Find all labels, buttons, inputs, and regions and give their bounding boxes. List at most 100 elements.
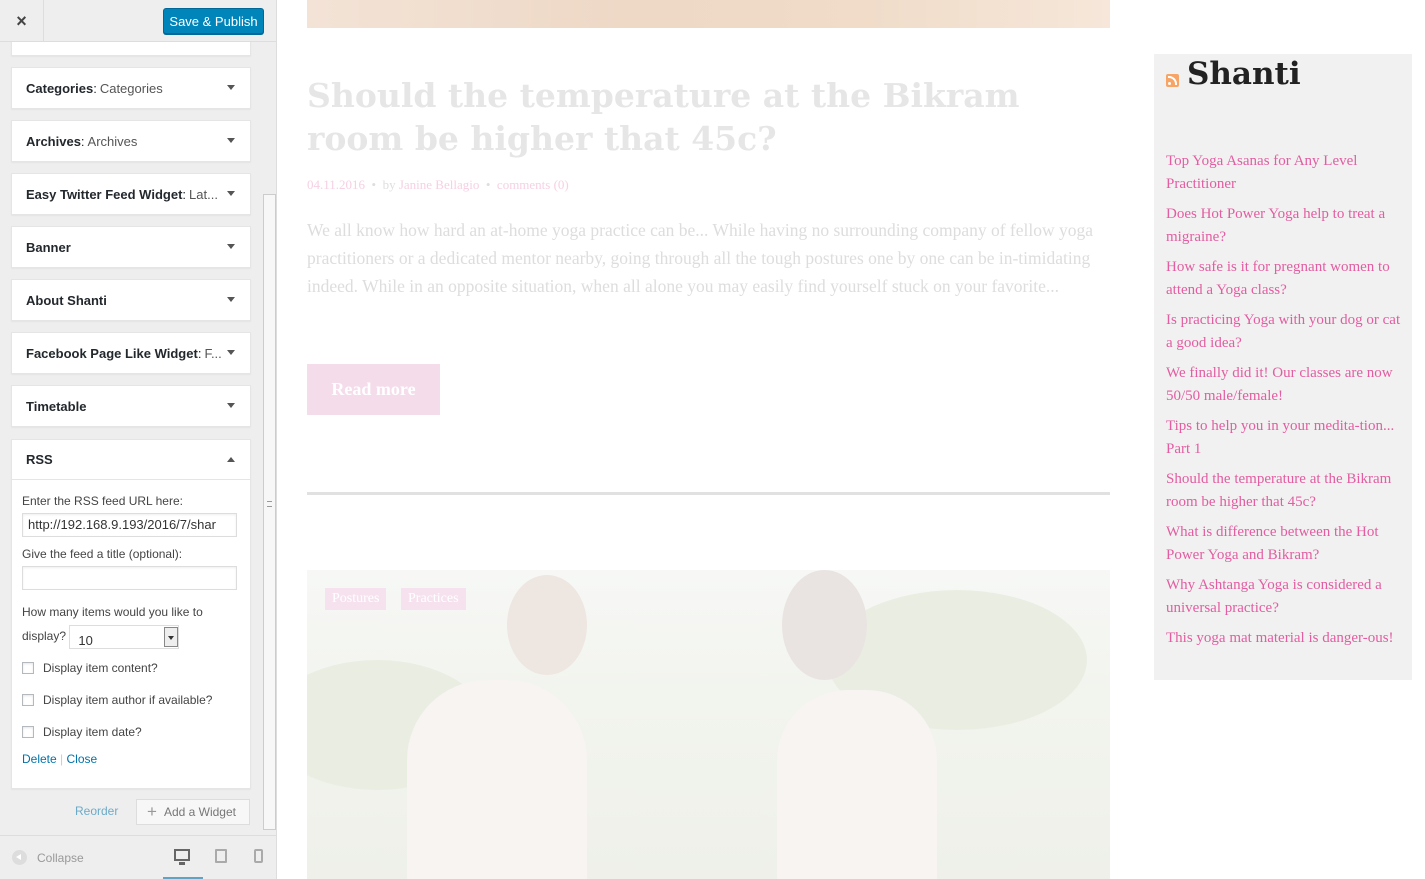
expand-arrow-icon[interactable]	[227, 403, 235, 408]
post-featured-image	[307, 0, 1110, 28]
expand-arrow-icon[interactable]	[227, 244, 235, 249]
expand-arrow-icon[interactable]	[227, 85, 235, 90]
plus-icon: +	[147, 802, 157, 821]
rss-feed-item[interactable]: This yoga mat material is danger-ous!	[1166, 627, 1402, 650]
widget-rss-header[interactable]: RSS	[12, 440, 250, 480]
rss-feed-item[interactable]: Is practicing Yoga with your dog or cat …	[1166, 309, 1402, 355]
rss-feed-icon[interactable]	[1166, 74, 1179, 87]
rss-feed-item[interactable]: We finally did it! Our classes are now 5…	[1166, 362, 1402, 408]
widget-title: Archives	[26, 133, 81, 149]
rss-feed-list: Top Yoga Asanas for Any Level Practition…	[1166, 150, 1402, 657]
widget-categories[interactable]: Categories: Categories	[11, 67, 251, 109]
rss-feed-item[interactable]: Why Ashtanga Yoga is considered a univer…	[1166, 574, 1402, 620]
widget-subtitle: Lat...	[189, 186, 218, 202]
rss-feed-title-label: Give the feed a title (optional):	[22, 547, 183, 561]
widget-title: Timetable	[26, 398, 87, 414]
widget-easy-twitter-feed[interactable]: Easy Twitter Feed Widget: Lat...	[11, 173, 251, 215]
rss-feed-item[interactable]: Tips to help you in your medita-tion... …	[1166, 415, 1402, 461]
rss-feed-item[interactable]: How safe is it for pregnant women to att…	[1166, 256, 1402, 302]
desktop-preview-icon[interactable]	[174, 849, 190, 865]
person-woman-head	[782, 570, 867, 680]
option-display-content[interactable]: Display item content?	[22, 652, 240, 684]
post-author[interactable]: Janine Bellagio	[399, 177, 480, 192]
checkbox-display-content[interactable]	[22, 661, 34, 674]
rss-feed-item[interactable]: Does Hot Power Yoga help to treat a migr…	[1166, 203, 1402, 249]
person-man-head	[507, 575, 587, 675]
widget-facebook-page-like[interactable]: Facebook Page Like Widget: F...	[11, 332, 251, 374]
meta-dot: •	[368, 177, 380, 192]
widget-rss: RSS Enter the RSS feed URL here: http://…	[11, 439, 251, 789]
widget-archives[interactable]: Archives: Archives	[11, 120, 251, 162]
rss-feed-item[interactable]: What is difference between the Hot Power…	[1166, 521, 1402, 567]
tag-postures[interactable]: Postures	[325, 588, 387, 610]
widget-actions: Delete | Close	[22, 748, 240, 766]
rss-url-input[interactable]: http://192.168.9.193/2016/7/shar	[22, 513, 237, 537]
mobile-preview-icon[interactable]	[254, 849, 263, 863]
checkbox-display-author[interactable]	[22, 693, 34, 706]
add-widget-button[interactable]: + Add a Widget	[136, 799, 250, 825]
expand-arrow-icon[interactable]	[227, 350, 235, 355]
widget-subtitle: Archives	[87, 133, 138, 149]
close-customizer-button[interactable]: ×	[0, 0, 44, 42]
post-comments[interactable]: comments (0)	[497, 177, 569, 192]
widget-about-shanti[interactable]: About Shanti	[11, 279, 251, 321]
option-label: Display item date?	[43, 724, 142, 739]
post-excerpt: We all know how hard an at-home yoga pra…	[307, 220, 1094, 296]
widget-banner[interactable]: Banner	[11, 226, 251, 268]
collapse-button[interactable]: Collapse	[12, 850, 84, 865]
widget-title: Banner	[26, 239, 71, 255]
checkbox-display-date[interactable]	[22, 725, 34, 738]
expand-arrow-icon[interactable]	[227, 138, 235, 143]
rss-form: Enter the RSS feed URL here: http://192.…	[12, 480, 250, 766]
rss-items-label: How many items would you like to	[22, 605, 203, 619]
option-display-author[interactable]: Display item author if available?	[22, 684, 240, 716]
post-title[interactable]: Should the temperature at the Bikram roo…	[307, 74, 1107, 160]
scrollbar-thumb[interactable]	[263, 194, 276, 830]
widgets-panel: Categories: Categories Archives: Archives …	[0, 42, 262, 835]
post-date[interactable]: 04.11.2016	[307, 177, 365, 192]
save-publish-button[interactable]: Save & Publish	[163, 8, 264, 34]
site-preview: Should the temperature at the Bikram roo…	[277, 0, 1425, 879]
rss-feed-title-input[interactable]	[22, 566, 237, 590]
customizer-sidebar: × Save & Publish Categories: Categories A…	[0, 0, 277, 879]
collapse-arrow-icon[interactable]	[227, 457, 235, 462]
rss-items-select[interactable]: 10	[69, 624, 180, 649]
option-display-date[interactable]: Display item date?	[22, 716, 240, 748]
widget-title: Easy Twitter Feed Widget	[26, 186, 183, 202]
next-post-image[interactable]: Postures Practices	[307, 570, 1110, 879]
delete-widget-link[interactable]: Delete	[22, 752, 57, 766]
rss-items-selected-value: 10	[78, 632, 93, 648]
option-label: Display item content?	[43, 660, 158, 675]
read-more-button[interactable]: Read more	[307, 364, 440, 415]
widget-title: RSS	[26, 452, 53, 467]
link-separator: |	[60, 751, 64, 766]
grip-icon	[267, 501, 272, 507]
person-man	[407, 680, 587, 879]
rss-feed-item[interactable]: Top Yoga Asanas for Any Level Practition…	[1166, 150, 1402, 196]
close-icon: ×	[16, 10, 27, 31]
rss-items-label-cont: display?	[22, 629, 67, 643]
close-widget-link[interactable]: Close	[67, 752, 98, 766]
rss-items-count-row: How many items would you like to display…	[22, 600, 240, 649]
tablet-preview-icon[interactable]	[215, 849, 227, 863]
rss-url-label: Enter the RSS feed URL here:	[22, 494, 183, 508]
widget-title: About Shanti	[26, 292, 107, 308]
post-by: by	[382, 177, 396, 192]
widget-title: Facebook Page Like Widget	[26, 345, 198, 361]
widget-title: Categories	[26, 80, 94, 96]
reorder-link[interactable]: Reorder	[75, 804, 118, 818]
tag-practices[interactable]: Practices	[401, 588, 466, 610]
rss-feed-item[interactable]: Should the temperature at the Bikram roo…	[1166, 468, 1402, 514]
customizer-footer: Collapse	[0, 835, 276, 879]
sidebar-scrollbar[interactable]	[262, 42, 276, 835]
widget-partial[interactable]	[11, 42, 251, 56]
collapse-icon	[12, 850, 27, 865]
option-label: Display item author if available?	[43, 692, 213, 707]
widget-timetable[interactable]: Timetable	[11, 385, 251, 427]
dropdown-arrow-icon[interactable]	[164, 626, 179, 647]
expand-arrow-icon[interactable]	[227, 191, 235, 196]
widget-subtitle: F...	[204, 345, 222, 361]
expand-arrow-icon[interactable]	[227, 297, 235, 302]
rss-widget-title[interactable]: Shanti	[1187, 56, 1301, 92]
widget-subtitle: Categories	[99, 80, 163, 96]
